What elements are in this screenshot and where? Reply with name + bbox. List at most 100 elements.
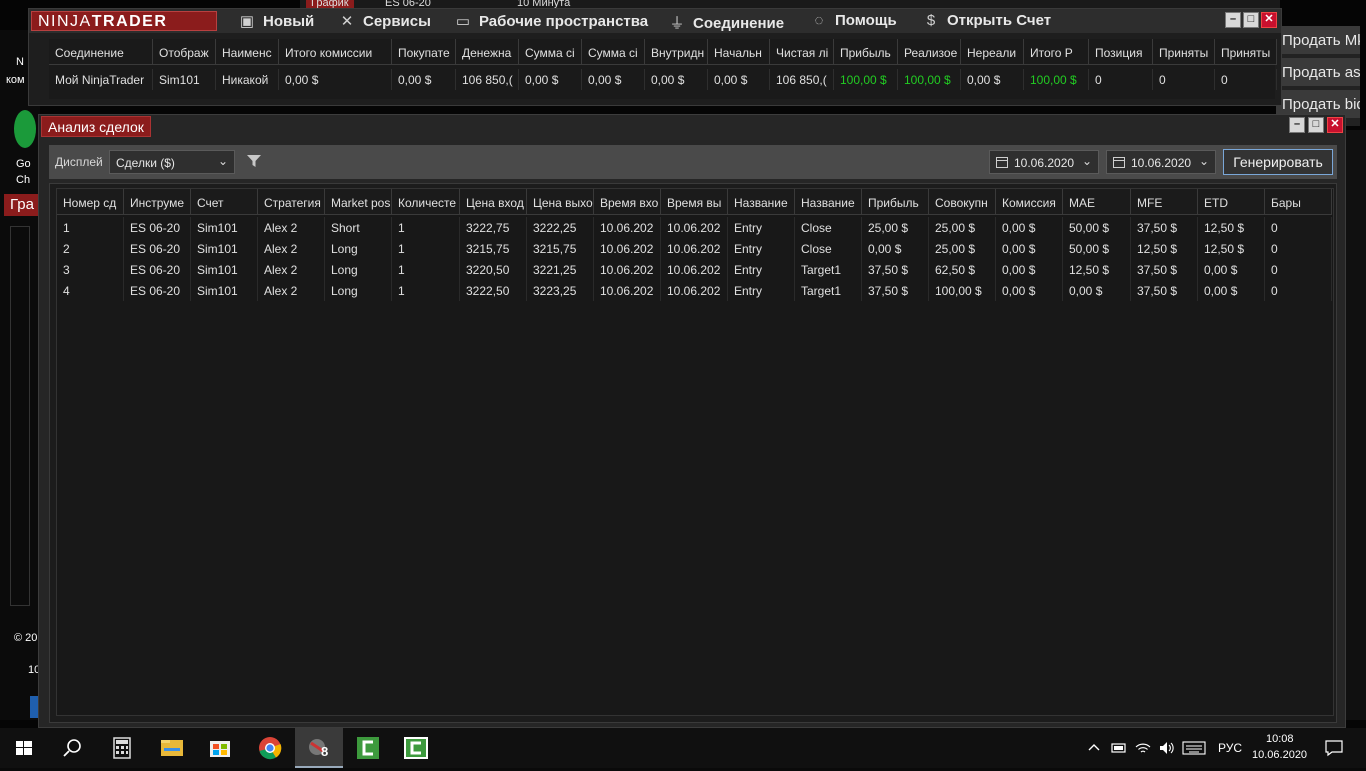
accounts-cell: 0,00 $	[519, 69, 582, 90]
accounts-column-header[interactable]: Нереали	[961, 39, 1024, 65]
accounts-cell: 0	[1089, 69, 1153, 90]
trade-cell: 62,50 $	[929, 259, 996, 280]
trade-cell: 0,00 $	[996, 238, 1063, 259]
filter-icon[interactable]	[247, 154, 261, 168]
trade-cell: 100,00 $	[929, 280, 996, 301]
close-icon[interactable]: ✕	[1261, 12, 1277, 28]
keyboard-icon[interactable]	[1182, 740, 1206, 756]
trade-cell: ES 06-20	[124, 280, 191, 301]
accounts-column-header[interactable]: Денежна	[456, 39, 519, 65]
minimize-icon[interactable]: –	[1289, 117, 1305, 133]
trades-column-header[interactable]: ETD	[1198, 189, 1265, 215]
trades-column-header[interactable]: MFE	[1131, 189, 1198, 215]
accounts-column-header[interactable]: Отображ	[153, 39, 216, 65]
search-button[interactable]	[48, 728, 96, 768]
battery-icon[interactable]	[1110, 740, 1128, 756]
close-icon[interactable]: ✕	[1327, 117, 1343, 133]
trade-cell: 10.06.202	[661, 259, 728, 280]
store-app[interactable]	[196, 728, 244, 768]
trades-column-header[interactable]: Счет	[191, 189, 258, 215]
camtasia-app[interactable]	[344, 728, 392, 768]
trades-column-header[interactable]: Название	[795, 189, 862, 215]
accounts-column-header[interactable]: Приняты	[1215, 39, 1277, 65]
accounts-column-header[interactable]: Сумма сі	[519, 39, 582, 65]
volume-icon[interactable]	[1158, 739, 1176, 757]
file-explorer-app[interactable]	[148, 728, 196, 768]
wifi-icon[interactable]	[1134, 739, 1152, 757]
accounts-column-header[interactable]: Прибыль	[834, 39, 898, 65]
menu-new[interactable]: ▣ Новый	[239, 12, 314, 30]
desktop-app-icon[interactable]	[14, 110, 36, 148]
clock-time[interactable]: 10:08	[1266, 733, 1294, 745]
accounts-column-header[interactable]: Итого комиссии	[279, 39, 392, 65]
trade-cell: 3222,50	[460, 280, 527, 301]
trades-column-header[interactable]: Цена выхо	[527, 189, 594, 215]
accounts-column-header[interactable]: Соединение	[49, 39, 153, 65]
trade-cell: Sim101	[191, 238, 258, 259]
menu-connection[interactable]: ⏚ Соединение	[669, 12, 784, 32]
language-indicator[interactable]: РУС	[1218, 741, 1242, 755]
chrome-app[interactable]	[246, 728, 294, 768]
trades-column-header[interactable]: Комиссия	[996, 189, 1063, 215]
trades-column-header[interactable]: Цена вход	[460, 189, 527, 215]
accounts-column-header[interactable]: Наименс	[216, 39, 279, 65]
camtasia-recorder-app[interactable]	[392, 728, 440, 768]
trade-cell: Short	[325, 217, 392, 238]
date-to-picker[interactable]: 10.06.2020 ⌄	[1106, 150, 1216, 174]
accounts-column-header[interactable]: Покупате	[392, 39, 456, 65]
accounts-column-header[interactable]: Приняты	[1153, 39, 1215, 65]
trades-column-header[interactable]: Инструме	[124, 189, 191, 215]
sell-ask-button[interactable]: Продать asl	[1276, 58, 1360, 86]
calculator-app[interactable]	[98, 728, 146, 768]
trade-cell: ES 06-20	[124, 259, 191, 280]
trade-window-title[interactable]: Анализ сделок	[41, 116, 151, 137]
accounts-column-header[interactable]: Сумма сі	[582, 39, 645, 65]
logo-part-a: NINJA	[38, 13, 92, 30]
notification-icon[interactable]	[1324, 738, 1344, 758]
trades-column-header[interactable]: Market pos	[325, 189, 392, 215]
trades-column-header[interactable]: Прибыль	[862, 189, 929, 215]
trades-column-header[interactable]: Стратегия	[258, 189, 325, 215]
copyright-fragment: © 20	[14, 632, 38, 644]
chart-tab-fragment[interactable]: Гра	[4, 194, 38, 216]
trades-column-header[interactable]: Время вхо	[594, 189, 661, 215]
trades-column-header[interactable]: MAE	[1063, 189, 1131, 215]
chart-trader-panel: Продать Mk Продать asl Продать bid	[1276, 26, 1360, 126]
trade-cell: 10.06.202	[661, 280, 728, 301]
accounts-column-header[interactable]: Реализое	[898, 39, 961, 65]
accounts-cell: Sim101	[153, 69, 216, 90]
menu-tools[interactable]: ✕ Сервисы	[339, 12, 431, 30]
trade-cell: 25,00 $	[929, 238, 996, 259]
menu-workspaces[interactable]: ▭ Рабочие пространства	[455, 12, 648, 30]
minimize-icon[interactable]: –	[1225, 12, 1241, 28]
accounts-column-header[interactable]: Внутридн	[645, 39, 708, 65]
trades-column-header[interactable]: Название	[728, 189, 795, 215]
accounts-column-header[interactable]: Позиция	[1089, 39, 1153, 65]
start-button[interactable]	[0, 728, 48, 768]
menu-open-account[interactable]: $ Открыть Счет	[923, 12, 1051, 30]
maximize-icon[interactable]: □	[1243, 12, 1259, 28]
date-from-picker[interactable]: 10.06.2020 ⌄	[989, 150, 1099, 174]
trade-cell: Target1	[795, 259, 862, 280]
accounts-column-header[interactable]: Итого Р	[1024, 39, 1089, 65]
control-center-titlebar[interactable]: NINJATRADER ▣ Новый ✕ Сервисы ▭ Рабочие про…	[29, 9, 1281, 33]
accounts-cell: 100,00 $	[1024, 69, 1089, 90]
maximize-icon[interactable]: □	[1308, 117, 1324, 133]
trades-column-header[interactable]: Номер сд	[57, 189, 124, 215]
chevron-up-icon[interactable]	[1086, 740, 1102, 756]
trades-column-header[interactable]: Совокупн	[929, 189, 996, 215]
trades-column-header[interactable]: Бары	[1265, 189, 1332, 215]
camtasia-recorder-icon	[404, 737, 428, 759]
display-select[interactable]: Сделки ($) ⌄	[109, 150, 235, 174]
workspace-icon: ▭	[455, 13, 471, 30]
trades-column-header[interactable]: Время вы	[661, 189, 728, 215]
menu-help[interactable]: ◌ Помощь	[811, 12, 897, 30]
trade-cell: 3220,50	[460, 259, 527, 280]
sell-market-button[interactable]: Продать Mk	[1276, 26, 1360, 54]
clock-date[interactable]: 10.06.2020	[1252, 749, 1307, 761]
generate-button[interactable]: Генерировать	[1223, 149, 1333, 175]
ninjatrader-app[interactable]: 8	[295, 728, 343, 768]
trades-column-header[interactable]: Количесте	[392, 189, 460, 215]
accounts-column-header[interactable]: Чистая лі	[770, 39, 834, 65]
accounts-column-header[interactable]: Начальн	[708, 39, 770, 65]
